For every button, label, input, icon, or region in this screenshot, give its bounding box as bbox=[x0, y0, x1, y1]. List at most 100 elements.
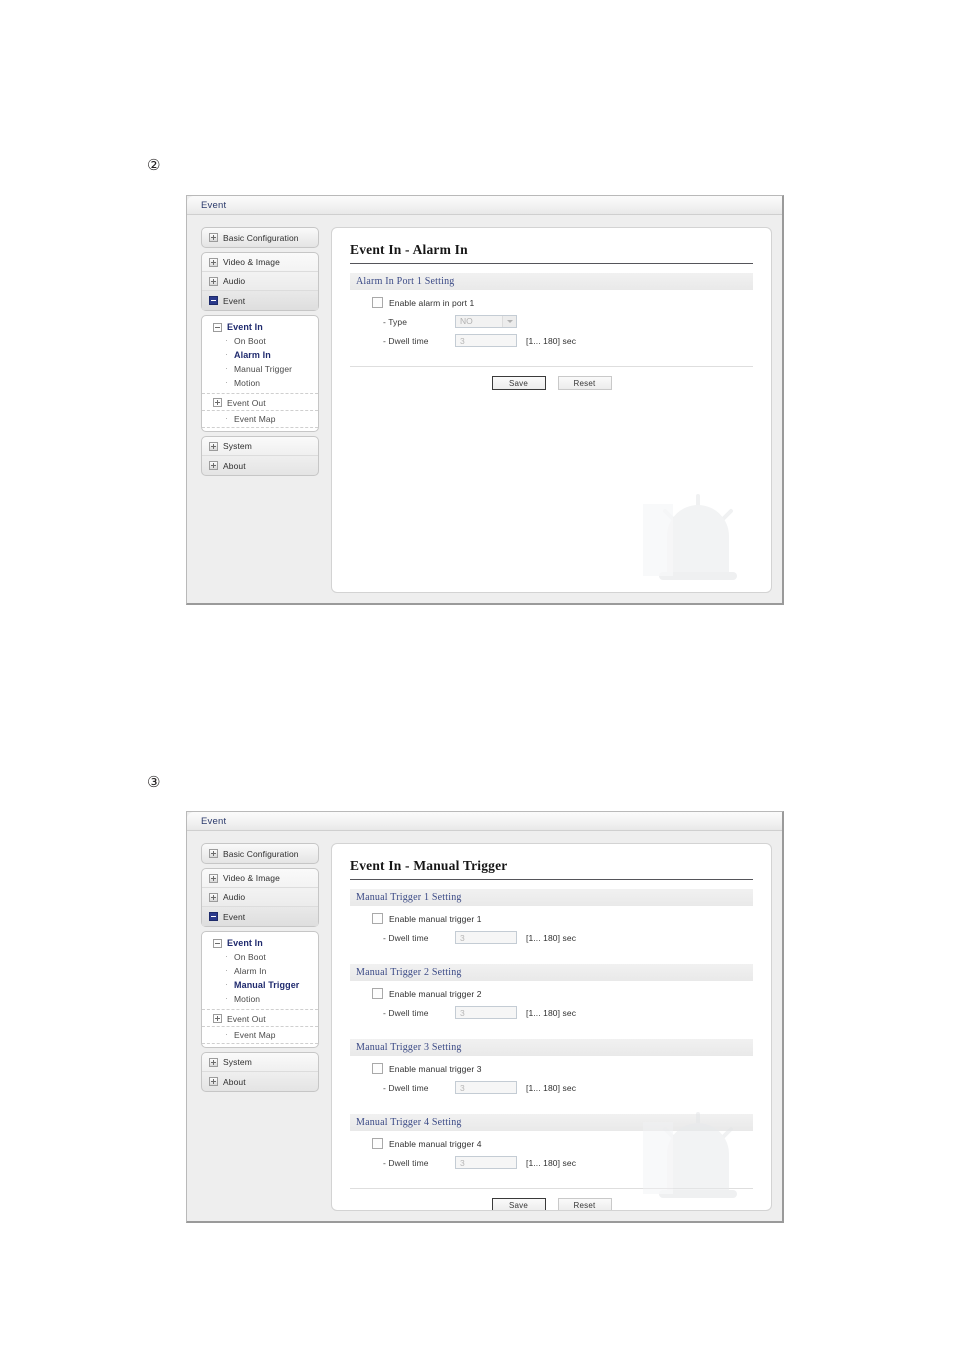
sidebar-item-label: System bbox=[223, 441, 252, 451]
sidebar-item-event-in[interactable]: Event In bbox=[202, 320, 318, 334]
bullet-icon: · bbox=[225, 1029, 228, 1039]
sidebar-item-audio[interactable]: Audio bbox=[202, 888, 318, 907]
sidebar-item-video-image[interactable]: Video & Image bbox=[202, 869, 318, 888]
sidebar-item-event[interactable]: Event bbox=[202, 907, 318, 926]
enable-manual-trigger-4-checkbox[interactable] bbox=[372, 1138, 383, 1149]
sidebar-item-label: Manual Trigger bbox=[234, 980, 300, 990]
save-button[interactable]: Save bbox=[491, 376, 546, 390]
dwell-time-hint: [1... 180] sec bbox=[526, 1157, 577, 1168]
type-select[interactable]: NO bbox=[455, 315, 517, 328]
sidebar-item-label: Manual Trigger bbox=[234, 364, 293, 374]
enable-manual-trigger-2-checkbox[interactable] bbox=[372, 988, 383, 999]
chevron-down-icon[interactable] bbox=[502, 316, 516, 327]
alarm-in-fields: Enable alarm in port 1 - Type NO - Dwell… bbox=[350, 290, 753, 358]
sidebar-item-about[interactable]: About bbox=[202, 1072, 318, 1091]
expand-box-icon bbox=[209, 461, 218, 470]
dwell-time-input[interactable]: 3 bbox=[455, 1081, 517, 1094]
sidebar-item-about[interactable]: About bbox=[202, 456, 318, 475]
sidebar-item-alarm-in[interactable]: · Alarm In bbox=[202, 348, 318, 362]
bullet-icon: · bbox=[225, 980, 228, 989]
enable-manual-trigger-1-row[interactable]: Enable manual trigger 1 bbox=[372, 913, 753, 924]
section-header-alarm-in-port-1: Alarm In Port 1 Setting bbox=[350, 273, 753, 290]
sidebar-item-label: About bbox=[223, 1076, 246, 1087]
dwell-time-input[interactable]: 3 bbox=[455, 1156, 517, 1169]
sidebar-item-motion[interactable]: · Motion bbox=[202, 992, 318, 1006]
sidebar-item-manual-trigger[interactable]: · Manual Trigger bbox=[202, 978, 318, 992]
dwell-time-row: - Dwell time 3 [1... 180] sec bbox=[383, 930, 753, 945]
sidebar-item-event-map[interactable]: · Event Map bbox=[202, 1026, 318, 1044]
sidebar-event-submenu: Event In · On Boot · Alarm In · Manual T… bbox=[201, 315, 319, 432]
sidebar-item-on-boot[interactable]: · On Boot bbox=[202, 950, 318, 964]
enable-manual-trigger-2-row[interactable]: Enable manual trigger 2 bbox=[372, 988, 753, 999]
sidebar-item-label: Motion bbox=[234, 994, 261, 1004]
save-button[interactable]: Save bbox=[491, 1198, 546, 1210]
sidebar-main-menu: Video & Image Audio Event bbox=[201, 868, 319, 927]
plus-box-icon[interactable] bbox=[213, 1014, 222, 1023]
sidebar-item-label: Basic Configuration bbox=[223, 232, 299, 243]
enable-alarm-in-port-1-row[interactable]: Enable alarm in port 1 bbox=[372, 297, 753, 308]
sidebar-item-basic-configuration[interactable]: Basic Configuration bbox=[201, 843, 319, 864]
sidebar-item-event-map[interactable]: · Event Map bbox=[202, 410, 318, 428]
collapse-box-icon bbox=[209, 912, 218, 921]
expand-box-icon bbox=[209, 1057, 218, 1067]
enable-manual-trigger-4-row[interactable]: Enable manual trigger 4 bbox=[372, 1138, 753, 1149]
window-body: Basic Configuration Video & Image Audio … bbox=[187, 831, 782, 1221]
sidebar-bottom-menu: System About bbox=[201, 1052, 319, 1092]
sidebar: Basic Configuration Video & Image Audio … bbox=[201, 227, 319, 593]
sidebar-item-label: Event Map bbox=[234, 1029, 276, 1040]
sidebar-item-system[interactable]: System bbox=[202, 437, 318, 456]
page-title: Event In - Alarm In bbox=[350, 242, 753, 264]
sidebar-item-label: Event bbox=[223, 911, 246, 922]
sidebar-item-system[interactable]: System bbox=[202, 1053, 318, 1072]
plus-box-icon[interactable] bbox=[213, 398, 222, 407]
expand-box-icon bbox=[209, 276, 218, 286]
sidebar-item-motion[interactable]: · Motion bbox=[202, 376, 318, 390]
sidebar-item-manual-trigger[interactable]: · Manual Trigger bbox=[202, 362, 318, 376]
enable-manual-trigger-3-checkbox[interactable] bbox=[372, 1063, 383, 1074]
reset-button[interactable]: Reset bbox=[557, 376, 612, 390]
dwell-time-row: - Dwell time 3 [1... 180] sec bbox=[383, 1155, 753, 1170]
step-marker-2: ② bbox=[147, 156, 161, 174]
enable-alarm-in-port-1-checkbox[interactable] bbox=[372, 297, 383, 308]
sidebar-item-event-out[interactable]: Event Out bbox=[202, 393, 318, 410]
bullet-icon: · bbox=[225, 350, 228, 359]
sidebar-event-submenu: Event In · On Boot · Alarm In · Manual T… bbox=[201, 931, 319, 1048]
enable-manual-trigger-3-row[interactable]: Enable manual trigger 3 bbox=[372, 1063, 753, 1074]
dwell-time-hint: [1... 180] sec bbox=[526, 1007, 577, 1018]
reset-button[interactable]: Reset bbox=[557, 1198, 612, 1210]
dwell-time-input[interactable]: 3 bbox=[455, 1006, 517, 1019]
content-pane: Event In - Alarm In Alarm In Port 1 Sett… bbox=[331, 227, 772, 593]
sidebar-item-label: Audio bbox=[223, 276, 246, 286]
sidebar-item-label: On Boot bbox=[234, 952, 266, 962]
button-row: Save Reset bbox=[350, 366, 753, 399]
sidebar-item-label: Alarm In bbox=[234, 966, 267, 976]
expand-box-icon bbox=[209, 873, 218, 883]
dwell-time-row: - Dwell time 3 [1... 180] sec bbox=[383, 1005, 753, 1020]
sidebar: Basic Configuration Video & Image Audio … bbox=[201, 843, 319, 1211]
sidebar-item-label: Event Map bbox=[234, 413, 276, 424]
sidebar-item-event-in[interactable]: Event In bbox=[202, 936, 318, 950]
type-row: - Type NO bbox=[383, 314, 753, 329]
sidebar-item-basic-configuration[interactable]: Basic Configuration bbox=[201, 227, 319, 248]
minus-box-icon[interactable] bbox=[213, 938, 222, 948]
bullet-icon: · bbox=[225, 336, 228, 345]
sidebar-item-label: Event bbox=[223, 295, 246, 306]
sidebar-item-on-boot[interactable]: · On Boot bbox=[202, 334, 318, 348]
enable-manual-trigger-1-checkbox[interactable] bbox=[372, 913, 383, 924]
manual-trigger-1-fields: Enable manual trigger 1 - Dwell time 3 [… bbox=[350, 906, 753, 955]
sidebar-item-video-image[interactable]: Video & Image bbox=[202, 253, 318, 272]
sidebar-item-alarm-in[interactable]: · Alarm In bbox=[202, 964, 318, 978]
sidebar-item-event-out[interactable]: Event Out bbox=[202, 1009, 318, 1026]
sidebar-item-audio[interactable]: Audio bbox=[202, 272, 318, 291]
enable-manual-trigger-3-label: Enable manual trigger 3 bbox=[389, 1063, 482, 1074]
enable-manual-trigger-2-label: Enable manual trigger 2 bbox=[389, 988, 482, 999]
dwell-time-input[interactable]: 3 bbox=[455, 931, 517, 944]
section-header-manual-trigger-3: Manual Trigger 3 Setting bbox=[350, 1039, 753, 1056]
enable-alarm-in-port-1-label: Enable alarm in port 1 bbox=[389, 297, 475, 308]
expand-box-icon bbox=[209, 1077, 218, 1086]
type-select-value: NO bbox=[460, 316, 473, 326]
dwell-time-input[interactable]: 3 bbox=[455, 334, 517, 347]
enable-manual-trigger-1-label: Enable manual trigger 1 bbox=[389, 913, 482, 924]
sidebar-item-event[interactable]: Event bbox=[202, 291, 318, 310]
minus-box-icon[interactable] bbox=[213, 322, 222, 332]
